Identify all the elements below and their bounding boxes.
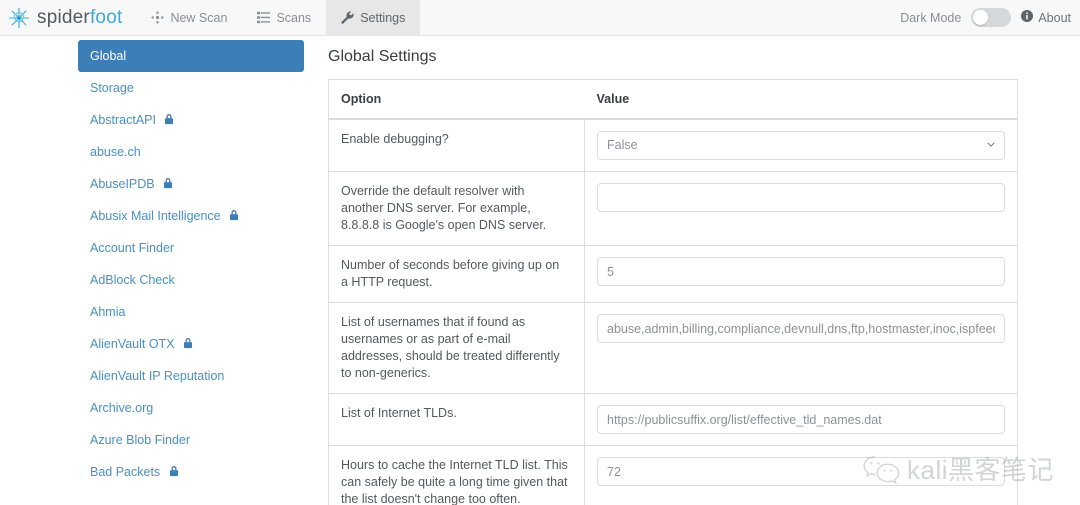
sidebar-item-alienvault-ip-reputation[interactable]: AlienVault IP Reputation bbox=[78, 360, 304, 392]
info-circle-icon bbox=[1021, 10, 1033, 25]
sidebar-item-label: Bad Packets bbox=[90, 465, 160, 479]
option-value-cell bbox=[585, 172, 1018, 246]
sidebar-item-label: Azure Blob Finder bbox=[90, 433, 190, 447]
table-row: Enable debugging? False bbox=[329, 119, 1018, 172]
sidebar-item-global[interactable]: Global bbox=[78, 40, 304, 72]
enable-debugging-select-wrap: False bbox=[597, 131, 1005, 160]
page-body: Global Storage AbstractAPI abuse.ch Abus… bbox=[0, 36, 1080, 505]
nav-item-scans[interactable]: Scans bbox=[242, 0, 326, 35]
table-row: Hours to cache the Internet TLD list. Th… bbox=[329, 446, 1018, 505]
option-label: Enable debugging? bbox=[329, 119, 585, 172]
sidebar-item-abuseipdb[interactable]: AbuseIPDB bbox=[78, 168, 304, 200]
sidebar-item-abusix-mail-intelligence[interactable]: Abusix Mail Intelligence bbox=[78, 200, 304, 232]
sidebar-item-label: Account Finder bbox=[90, 241, 174, 255]
about-link[interactable]: About bbox=[1021, 10, 1071, 25]
option-label: Number of seconds before giving up on a … bbox=[329, 246, 585, 303]
sidebar-item-abstractapi[interactable]: AbstractAPI bbox=[78, 104, 304, 136]
lock-icon bbox=[164, 112, 174, 130]
sidebar-item-abuse-ch[interactable]: abuse.ch bbox=[78, 136, 304, 168]
sidebar-item-label: Abusix Mail Intelligence bbox=[90, 209, 221, 223]
sidebar-item-azure-blob-finder[interactable]: Azure Blob Finder bbox=[78, 424, 304, 456]
sidebar-item-label: Ahmia bbox=[90, 305, 125, 319]
table-row: Override the default resolver with anoth… bbox=[329, 172, 1018, 246]
nav-item-scans-label: Scans bbox=[276, 11, 311, 25]
brand-logo-link[interactable]: spiderfoot bbox=[0, 0, 136, 35]
lock-icon bbox=[229, 208, 239, 226]
table-row: Number of seconds before giving up on a … bbox=[329, 246, 1018, 303]
dark-mode-toggle[interactable] bbox=[971, 8, 1011, 27]
sidebar-item-account-finder[interactable]: Account Finder bbox=[78, 232, 304, 264]
sidebar-item-label: AbstractAPI bbox=[90, 113, 156, 127]
spiderweb-icon bbox=[8, 7, 30, 29]
dns-resolver-input[interactable] bbox=[597, 183, 1005, 212]
sidebar-item-archive-org[interactable]: Archive.org bbox=[78, 392, 304, 424]
sidebar-item-storage[interactable]: Storage bbox=[78, 72, 304, 104]
generic-usernames-input[interactable] bbox=[597, 314, 1005, 343]
option-value-cell bbox=[585, 246, 1018, 303]
nav-item-new-scan[interactable]: New Scan bbox=[136, 0, 242, 35]
page-title: Global Settings bbox=[328, 48, 1018, 66]
settings-sidebar: Global Storage AbstractAPI abuse.ch Abus… bbox=[0, 36, 328, 505]
dark-mode-label: Dark Mode bbox=[900, 11, 961, 25]
enable-debugging-select[interactable]: False bbox=[597, 131, 1005, 160]
table-row: List of Internet TLDs. bbox=[329, 394, 1018, 446]
http-timeout-input[interactable] bbox=[597, 257, 1005, 286]
option-label: List of Internet TLDs. bbox=[329, 394, 585, 446]
sidebar-item-label: AlienVault IP Reputation bbox=[90, 369, 224, 383]
wrench-icon bbox=[341, 11, 354, 24]
lock-icon bbox=[163, 176, 173, 194]
nav-links: New Scan Scans Settings bbox=[136, 0, 420, 35]
sidebar-item-alienvault-otx[interactable]: AlienVault OTX bbox=[78, 328, 304, 360]
crosshair-arrows-icon bbox=[151, 11, 164, 24]
brand-name-part1: spider bbox=[37, 7, 90, 28]
about-label: About bbox=[1038, 11, 1071, 25]
sidebar-item-label: AbuseIPDB bbox=[90, 177, 155, 191]
option-label: List of usernames that if found as usern… bbox=[329, 303, 585, 394]
column-header-option: Option bbox=[329, 80, 585, 120]
table-row: List of usernames that if found as usern… bbox=[329, 303, 1018, 394]
global-settings-table: Option Value Enable debugging? False bbox=[328, 79, 1018, 505]
option-value-cell bbox=[585, 394, 1018, 446]
nav-item-new-scan-label: New Scan bbox=[170, 11, 227, 25]
column-header-value: Value bbox=[585, 80, 1018, 120]
brand-name: spiderfoot bbox=[37, 7, 122, 29]
internet-tlds-input[interactable] bbox=[597, 405, 1005, 434]
sidebar-item-label: AlienVault OTX bbox=[90, 337, 175, 351]
option-value-cell bbox=[585, 446, 1018, 505]
sidebar-item-label: AdBlock Check bbox=[90, 273, 175, 287]
sidebar-item-adblock-check[interactable]: AdBlock Check bbox=[78, 264, 304, 296]
table-header-row: Option Value bbox=[329, 80, 1018, 120]
sidebar-item-label: abuse.ch bbox=[90, 145, 141, 159]
option-label: Override the default resolver with anoth… bbox=[329, 172, 585, 246]
lock-icon bbox=[169, 464, 179, 482]
nav-item-settings[interactable]: Settings bbox=[326, 0, 420, 35]
navbar-right-group: Dark Mode About bbox=[900, 0, 1080, 35]
option-label: Hours to cache the Internet TLD list. Th… bbox=[329, 446, 585, 505]
lock-icon bbox=[183, 336, 193, 354]
sidebar-item-ahmia[interactable]: Ahmia bbox=[78, 296, 304, 328]
nav-item-settings-label: Settings bbox=[360, 11, 405, 25]
top-navbar: spiderfoot New Scan Scans bbox=[0, 0, 1080, 36]
list-icon bbox=[257, 11, 270, 24]
dark-mode-toggle-knob bbox=[973, 10, 988, 25]
option-value-cell: False bbox=[585, 119, 1018, 172]
settings-content: Global Settings Option Value Enable debu… bbox=[328, 36, 1080, 505]
sidebar-item-label: Storage bbox=[90, 81, 134, 95]
option-value-cell bbox=[585, 303, 1018, 394]
brand-name-part2: foot bbox=[90, 7, 123, 28]
sidebar-item-label: Global bbox=[90, 49, 126, 63]
tld-cache-hours-input[interactable] bbox=[597, 457, 1005, 486]
sidebar-item-bad-packets[interactable]: Bad Packets bbox=[78, 456, 304, 488]
sidebar-item-label: Archive.org bbox=[90, 401, 153, 415]
